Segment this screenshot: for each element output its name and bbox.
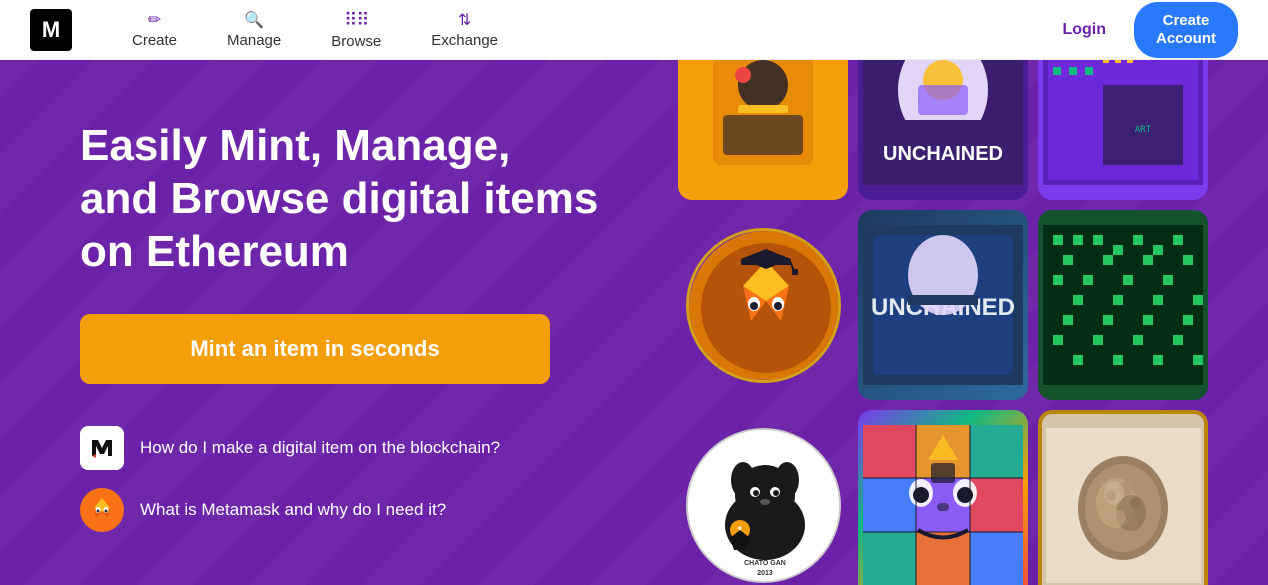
nft-card-7: 1 CHATO GAN 2013 (686, 428, 841, 583)
nft-card-2: UNCHAINED (858, 60, 1028, 200)
header-actions: Login CreateAccount (1050, 2, 1238, 58)
faq-icon-fox (80, 488, 124, 532)
nft-art-1 (693, 60, 833, 185)
hero-content: Easily Mint, Manage,and Browse digital i… (0, 60, 598, 572)
hero-image-grid: UNCHAINED (668, 60, 1268, 585)
nft-card-6 (1038, 210, 1208, 400)
nft-card-4-container (678, 210, 848, 400)
faq-text-2: What is Metamask and why do I need it? (140, 500, 446, 520)
hero-section: Easily Mint, Manage,and Browse digital i… (0, 60, 1268, 585)
nft-art-7: 1 CHATO GAN 2013 (688, 430, 841, 583)
nft-art-4 (689, 231, 841, 383)
nft-card-7-container: 1 CHATO GAN 2013 (678, 410, 848, 585)
nav-browse[interactable]: ⠿⠿ Browse (331, 10, 381, 50)
nft-art-2: UNCHAINED (863, 60, 1023, 185)
svg-text:ART: ART (1135, 125, 1152, 135)
hero-title: Easily Mint, Manage,and Browse digital i… (80, 120, 598, 278)
create-icon: ✏ (148, 10, 161, 30)
nav-exchange[interactable]: ⇅ Exchange (431, 10, 498, 49)
nft-art-6 (1043, 225, 1203, 385)
nft-card-5: UNCHAINED (858, 210, 1028, 400)
nft-card-4 (686, 228, 841, 383)
faq-list: How do I make a digital item on the bloc… (80, 426, 598, 532)
nft-card-9 (1038, 410, 1208, 585)
svg-text:CHATO GAN: CHATO GAN (744, 560, 786, 567)
faq-item-2[interactable]: What is Metamask and why do I need it? (80, 488, 598, 532)
nft-card-1 (678, 60, 848, 200)
nft-art-3: ART (1043, 60, 1203, 185)
login-button[interactable]: Login (1050, 13, 1118, 47)
svg-text:UNCHAINED: UNCHAINED (883, 143, 1003, 165)
m-logo-icon (88, 434, 116, 462)
browse-icon: ⠿⠿ (344, 10, 368, 31)
create-account-button[interactable]: CreateAccount (1134, 2, 1238, 58)
nav-create[interactable]: ✏ Create (132, 10, 177, 49)
logo[interactable]: M (30, 9, 72, 51)
nav-manage[interactable]: 🔍 Manage (227, 10, 281, 49)
faq-item-1[interactable]: How do I make a digital item on the bloc… (80, 426, 598, 470)
fox-icon (82, 490, 122, 530)
nft-art-9 (1046, 428, 1201, 583)
mint-button[interactable]: Mint an item in seconds (80, 314, 550, 384)
nft-art-8 (863, 425, 1023, 585)
nft-card-3: ART (1038, 60, 1208, 200)
nft-card-8 (858, 410, 1028, 585)
exchange-icon: ⇅ (458, 10, 471, 30)
manage-icon: 🔍 (244, 10, 264, 30)
nft-art-5: UNCHAINED (863, 225, 1023, 385)
main-nav: ✏ Create 🔍 Manage ⠿⠿ Browse ⇅ Exchange (132, 10, 1050, 50)
faq-icon-m (80, 426, 124, 470)
svg-text:2013: 2013 (757, 570, 773, 577)
faq-text-1: How do I make a digital item on the bloc… (140, 438, 500, 458)
header: M ✏ Create 🔍 Manage ⠿⠿ Browse ⇅ Exchange… (0, 0, 1268, 60)
